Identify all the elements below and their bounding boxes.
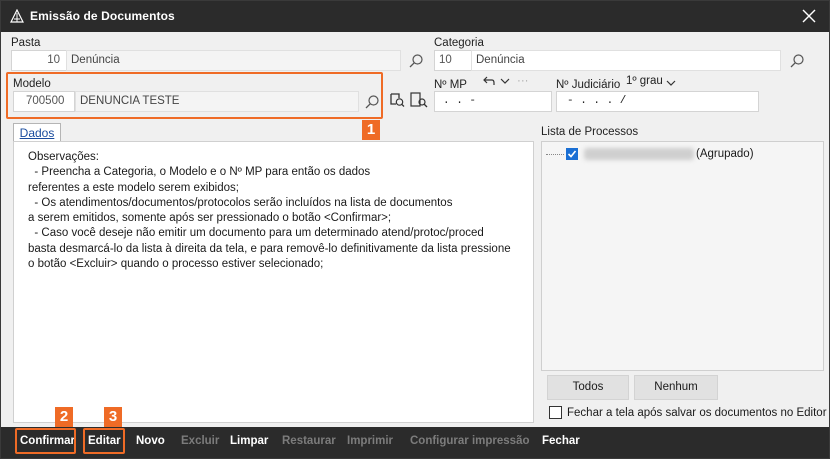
app-logo-icon	[10, 9, 24, 23]
grau-chevron-down-icon[interactable]	[666, 78, 676, 88]
window-title: Emissão de Documentos	[30, 9, 175, 23]
nenhum-button[interactable]: Nenhum	[634, 375, 718, 400]
njudiciario-label: Nº Judiciário	[556, 79, 621, 91]
grau-selector[interactable]: 1º grau	[626, 75, 663, 87]
categoria-code-field[interactable]: 10	[434, 50, 472, 71]
title-bar: Emissão de Documentos	[1, 1, 829, 32]
pasta-description-field: Denúncia	[66, 50, 401, 71]
callout-badge-3: 3	[104, 407, 122, 427]
tab-dados[interactable]: Dados	[13, 123, 61, 142]
novo-button[interactable]: Novo	[136, 435, 165, 447]
categoria-search-icon[interactable]	[789, 53, 805, 69]
fechar-tela-option[interactable]: Fechar a tela após salvar os documentos …	[549, 406, 827, 419]
configurar-impressao-button[interactable]: Configurar impressão	[410, 435, 530, 447]
limpar-button[interactable]: Limpar	[230, 435, 268, 447]
pasta-label: Pasta	[11, 37, 41, 49]
excluir-button[interactable]: Excluir	[181, 435, 219, 447]
close-icon	[802, 9, 816, 23]
modelo-refresh-icon[interactable]	[388, 91, 406, 109]
emissao-documentos-window: Emissão de Documentos Pasta 10 Denúncia …	[0, 0, 830, 459]
modelo-search-icon[interactable]	[364, 94, 380, 110]
checkmark-icon	[567, 150, 577, 158]
editar-highlight-frame	[83, 428, 125, 454]
processos-list[interactable]: (Agrupado)	[541, 141, 824, 371]
nmp-field[interactable]: . . -	[434, 91, 552, 112]
imprimir-button[interactable]: Imprimir	[347, 435, 393, 447]
observacoes-line: - Preencha a Categoria, o Modelo e o Nº …	[28, 166, 371, 179]
observacoes-line: - Caso você deseje não emitir um documen…	[28, 227, 484, 240]
nmp-more-indicator: ···	[517, 75, 529, 87]
modelo-label: Modelo	[13, 78, 51, 90]
todos-button[interactable]: Todos	[547, 375, 629, 400]
fechar-button[interactable]: Fechar	[542, 435, 580, 447]
close-button[interactable]	[795, 3, 823, 29]
observacoes-line: a serem emitidos, somente após ser press…	[28, 212, 392, 225]
categoria-description-field: Denúncia	[471, 50, 781, 71]
dados-panel: Observações: - Preencha a Categoria, o M…	[13, 141, 534, 423]
callout-badge-2: 2	[55, 407, 73, 427]
fechar-tela-label: Fechar a tela após salvar os documentos …	[567, 406, 827, 419]
modelo-code-field[interactable]: 700500	[13, 91, 75, 112]
nmp-label: Nº MP	[434, 79, 467, 91]
processos-label: Lista de Processos	[541, 126, 639, 138]
confirmar-highlight-frame	[15, 428, 76, 454]
nmp-chevron-down-icon[interactable]	[500, 76, 510, 86]
observacoes-text: Observações: - Preencha a Categoria, o M…	[28, 150, 511, 272]
undo-icon[interactable]	[482, 75, 496, 87]
restaurar-button[interactable]: Restaurar	[282, 435, 336, 447]
modelo-description-field: DENUNCIA TESTE	[75, 91, 359, 112]
observacoes-line: - Os atendimentos/documentos/protocolos …	[28, 196, 453, 209]
callout-badge-1: 1	[362, 120, 380, 140]
pasta-code-field[interactable]: 10	[11, 50, 67, 71]
categoria-label: Categoria	[434, 37, 484, 49]
modelo-document-search-icon[interactable]	[409, 91, 429, 109]
process-checkbox[interactable]	[566, 148, 578, 160]
pasta-search-icon[interactable]	[408, 53, 424, 69]
list-item[interactable]: (Agrupado)	[546, 146, 754, 162]
process-group-suffix: (Agrupado)	[696, 148, 754, 160]
fechar-tela-checkbox[interactable]	[549, 406, 562, 419]
observacoes-line: o botão <Excluir> quando o processo esti…	[28, 258, 324, 271]
njudiciario-field[interactable]: - . . . /	[556, 91, 759, 112]
tree-connector	[546, 153, 564, 155]
observacoes-line: Observações:	[28, 151, 99, 163]
observacoes-line: referentes a este modelo serem exibidos;	[28, 181, 239, 194]
redacted-process-name	[584, 148, 694, 160]
action-toolbar: Confirmar Editar Novo Excluir Limpar Res…	[1, 427, 829, 458]
observacoes-line: basta desmarcá-lo da lista à direita da …	[28, 242, 511, 255]
